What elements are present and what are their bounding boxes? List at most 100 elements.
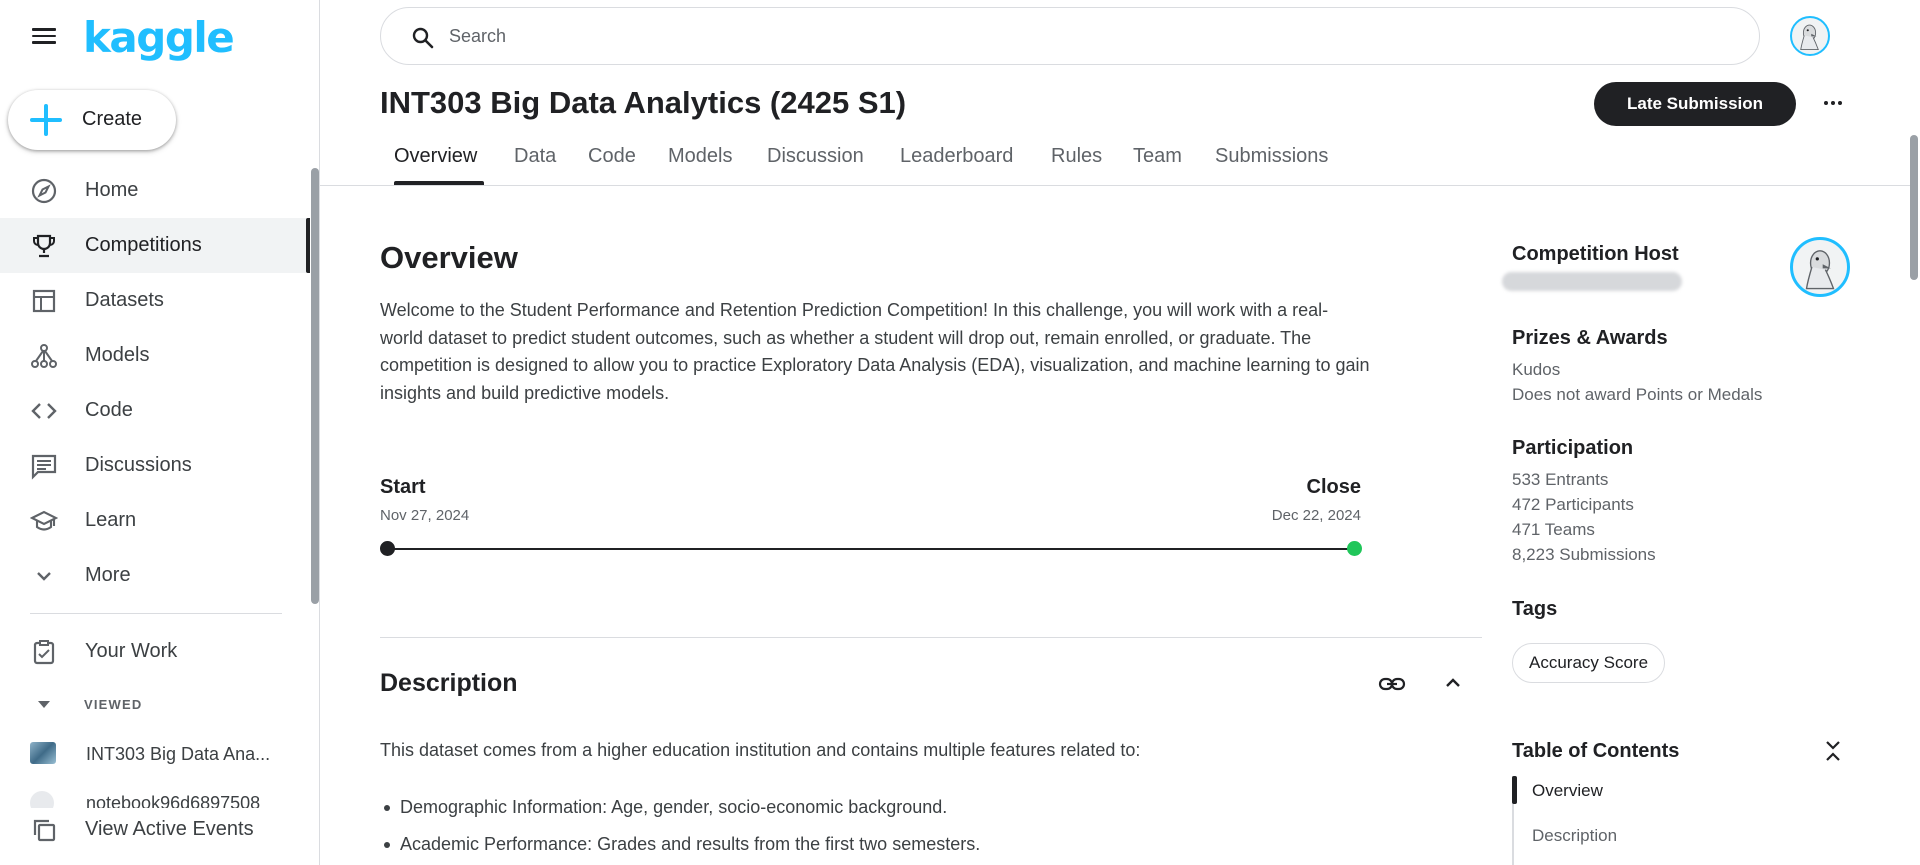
header-divider — [320, 185, 1910, 186]
sidebar-item-label: Code — [85, 399, 133, 421]
timeline-close-date: Dec 22, 2024 — [1271, 507, 1361, 524]
sidebar-item-more[interactable]: More — [0, 548, 310, 603]
sidebar-item-label: Datasets — [85, 289, 164, 311]
list-item: Demographic Information: Age, gender, so… — [380, 797, 980, 834]
tab-leaderboard[interactable]: Leaderboard — [900, 145, 1013, 168]
view-active-events-label: View Active Events — [85, 818, 254, 840]
competition-host-heading: Competition Host — [1512, 243, 1679, 265]
description-text: This dataset comes from a higher educati… — [380, 740, 1141, 760]
viewed-item-label: notebook96d6897508 — [86, 793, 261, 808]
school-icon — [30, 510, 58, 531]
tab-discussion[interactable]: Discussion — [767, 145, 864, 168]
tab-data[interactable]: Data — [514, 145, 556, 168]
host-avatar[interactable] — [1790, 237, 1850, 297]
participation-teams: 471 Teams — [1512, 520, 1595, 539]
search-bar[interactable] — [380, 7, 1760, 65]
participation-participants: 472 Participants — [1512, 495, 1634, 514]
sidebar-divider — [30, 613, 282, 614]
sidebar-item-label: Models — [85, 344, 150, 366]
viewed-item[interactable]: INT303 Big Data Ana... — [0, 732, 310, 776]
copy-icon — [33, 819, 56, 842]
participation-entrants: 533 Entrants — [1512, 470, 1609, 489]
overview-heading: Overview — [380, 240, 518, 275]
link-icon[interactable] — [1378, 670, 1406, 698]
sidebar-header: kaggle — [0, 0, 320, 80]
sidebar-item-models[interactable]: Models — [0, 328, 310, 383]
sidebar-item-label: More — [85, 564, 131, 586]
tags-heading: Tags — [1512, 598, 1558, 620]
sidebar-item-label: Discussions — [85, 454, 192, 476]
viewed-item[interactable]: notebook96d6897508 — [0, 781, 310, 808]
section-divider — [380, 637, 1482, 638]
timeline-track — [387, 548, 1354, 550]
avatar-bird-icon — [1805, 250, 1835, 290]
more-options-icon[interactable] — [1818, 88, 1848, 118]
sidebar-item-your-work[interactable]: Your Work — [0, 624, 310, 679]
tab-overview[interactable]: Overview — [394, 145, 477, 168]
notebook-thumbnail — [30, 791, 54, 808]
sidebar-item-competitions[interactable]: Competitions — [0, 218, 310, 273]
participation-heading: Participation — [1512, 437, 1634, 459]
page-scrollbar[interactable] — [1910, 135, 1918, 280]
user-avatar[interactable] — [1790, 16, 1830, 56]
models-icon — [31, 344, 57, 368]
discussion-icon — [31, 454, 57, 480]
kaggle-logo[interactable]: kaggle — [83, 13, 235, 62]
code-icon — [31, 403, 57, 419]
viewed-section-label: VIEWED — [84, 697, 143, 712]
sidebar-item-label: Home — [85, 179, 139, 201]
tab-submissions[interactable]: Submissions — [1215, 145, 1328, 168]
timeline-close-label: Close — [1306, 476, 1361, 498]
competition-thumbnail — [30, 742, 56, 764]
table-icon — [32, 289, 56, 313]
sidebar-item-learn[interactable]: Learn — [0, 493, 310, 548]
overview-text: Welcome to the Student Performance and R… — [380, 300, 1370, 403]
viewed-section-toggle[interactable]: VIEWED — [30, 696, 141, 712]
menu-icon[interactable] — [30, 24, 58, 48]
sidebar-item-discussions[interactable]: Discussions — [0, 438, 310, 493]
compass-icon — [31, 178, 57, 204]
sidebar-item-label: Your Work — [85, 640, 178, 662]
prize-text: Kudos — [1512, 360, 1561, 379]
view-active-events-button[interactable]: View Active Events — [0, 808, 310, 852]
host-name-redacted — [1502, 272, 1682, 291]
tab-rules[interactable]: Rules — [1051, 145, 1102, 168]
tag-chip[interactable]: Accuracy Score — [1512, 643, 1666, 683]
search-input[interactable] — [449, 22, 1729, 50]
prize-text: Does not award Points or Medals — [1512, 385, 1763, 404]
collapse-icon[interactable] — [1822, 738, 1844, 764]
late-submission-button[interactable]: Late Submission — [1594, 82, 1796, 126]
toc-item-description[interactable]: Description — [1532, 826, 1617, 846]
timeline-start-dot — [380, 541, 395, 556]
sidebar-item-label: Competitions — [85, 234, 202, 256]
timeline-start-date: Nov 27, 2024 — [380, 507, 470, 524]
viewed-item-label: INT303 Big Data Ana... — [86, 744, 271, 764]
timeline-close-dot — [1347, 541, 1362, 556]
your-work-icon — [33, 640, 55, 665]
tab-models[interactable]: Models — [668, 145, 732, 168]
trophy-icon — [33, 234, 55, 258]
list-item: Academic Performance: Grades and results… — [380, 834, 980, 865]
sidebar-item-code[interactable]: Code — [0, 383, 310, 438]
search-icon — [412, 27, 434, 49]
sidebar-scrollbar[interactable] — [311, 168, 319, 604]
toc-active-indicator — [1512, 776, 1517, 804]
sidebar: kaggle Create Home Competitions Datasets… — [0, 0, 320, 865]
participation-submissions: 8,223 Submissions — [1512, 545, 1656, 564]
avatar-bird-icon — [1800, 24, 1819, 50]
timeline-start-label: Start — [380, 476, 426, 498]
plus-icon — [30, 104, 62, 136]
description-list: Demographic Information: Age, gender, so… — [380, 797, 980, 865]
tab-code[interactable]: Code — [588, 145, 636, 168]
sidebar-item-datasets[interactable]: Datasets — [0, 273, 310, 328]
sidebar-item-label: Learn — [85, 509, 137, 531]
sidebar-item-home[interactable]: Home — [0, 163, 310, 218]
caret-down-icon — [38, 700, 50, 708]
tab-team[interactable]: Team — [1133, 145, 1182, 168]
toc-item-overview[interactable]: Overview — [1532, 781, 1603, 801]
chevron-up-icon[interactable] — [1440, 670, 1466, 696]
page-title: INT303 Big Data Analytics (2425 S1) — [380, 85, 907, 120]
create-button[interactable]: Create — [8, 90, 176, 150]
prizes-heading: Prizes & Awards — [1512, 327, 1668, 349]
chevron-down-icon — [37, 572, 51, 581]
